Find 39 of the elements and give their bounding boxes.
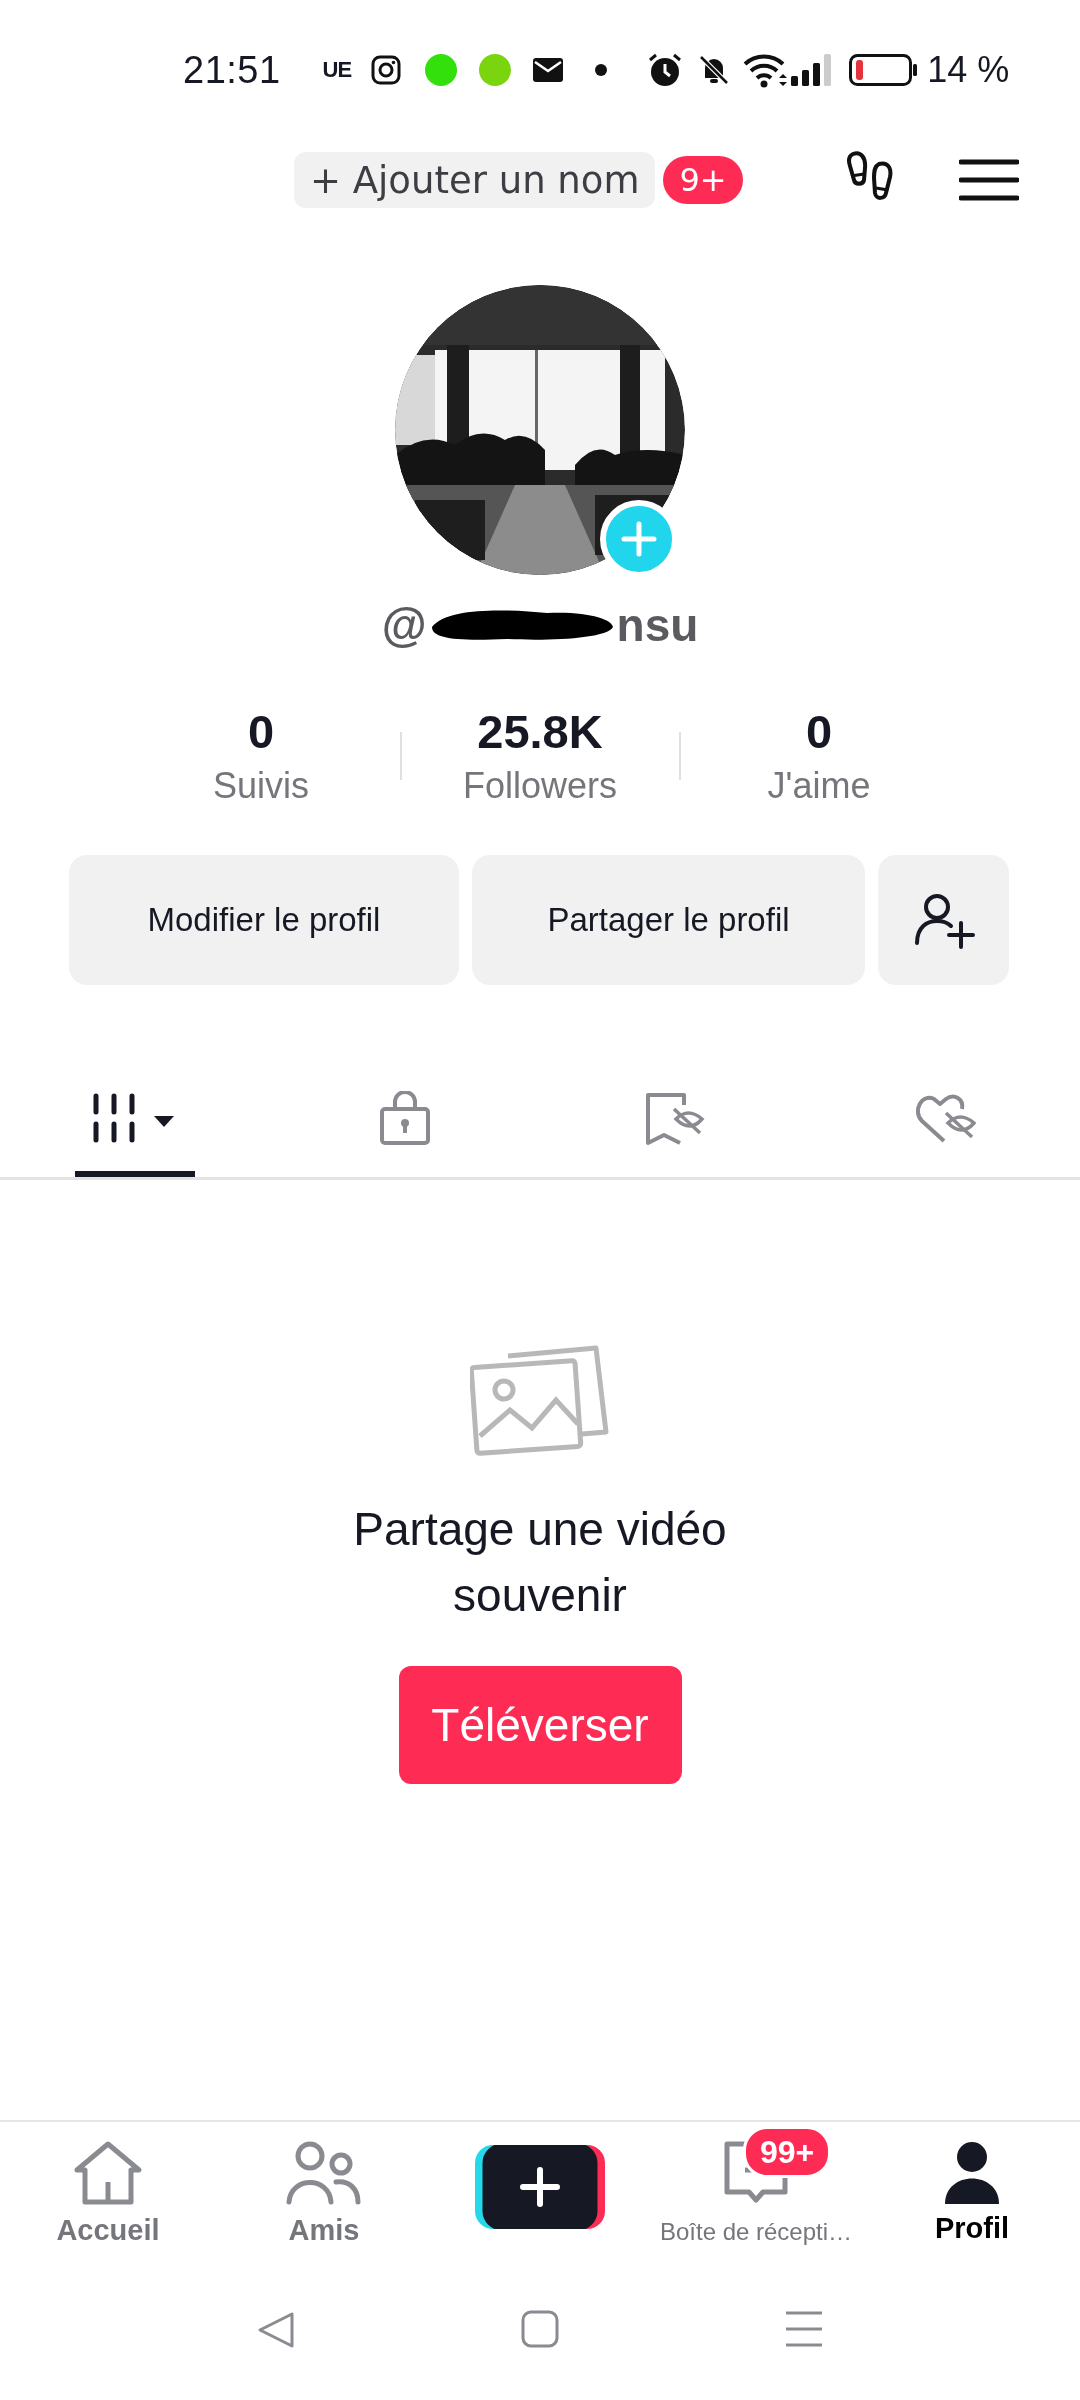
nav-tab[interactable]: Accueil [0, 2122, 216, 2270]
stat-count: 0 [247, 704, 275, 759]
username-text: nsu [616, 598, 699, 652]
battery-percent: 14 % [927, 49, 1010, 91]
home-icon [73, 2140, 143, 2206]
lock-icon [379, 1090, 431, 1147]
nav-tab[interactable]: Amis [216, 2122, 432, 2270]
plus-icon [475, 2145, 605, 2229]
alarm-icon [647, 52, 684, 88]
battery-icon [849, 54, 918, 86]
username-text: @ [381, 598, 427, 652]
menu-icon[interactable] [958, 159, 1019, 201]
empty-message: Partage une vidéo souvenir [352, 1502, 728, 1623]
stat-label: J'aime [767, 765, 871, 807]
carrier-label: UE [322, 57, 352, 83]
stat-label: Followers [462, 765, 617, 807]
wifi-icon [743, 52, 788, 88]
instagram-icon [371, 55, 402, 85]
app-dot-icon [479, 54, 512, 86]
bookmark-hidden-icon [644, 1090, 706, 1147]
stat-count: 25.8K [477, 704, 603, 759]
nav-tab[interactable]: Profil [864, 2122, 1080, 2270]
friends-icon [286, 2140, 362, 2206]
home-square-icon[interactable] [521, 2310, 559, 2348]
share-profile-button[interactable]: Partager le profil [472, 855, 865, 985]
stat-count: 0 [805, 704, 833, 759]
back-icon[interactable] [256, 2310, 296, 2350]
stat-label: Suivis [213, 765, 309, 807]
upload-button[interactable]: Téléverser [398, 1666, 682, 1784]
clock-time: 21:51 [183, 48, 281, 92]
add-name-button[interactable]: + Ajouter un nom [294, 152, 656, 208]
add-friend-button[interactable] [878, 855, 1009, 985]
person-icon [943, 2140, 1001, 2204]
notification-badge: 9+ [663, 156, 743, 204]
edit-profile-button[interactable]: Modifier le profil [69, 855, 459, 985]
dot-icon [595, 64, 608, 76]
nav-tab[interactable]: Boîte de récepti… 99+ [648, 2122, 864, 2270]
app-dot-icon [425, 54, 458, 86]
mail-icon [533, 58, 564, 82]
